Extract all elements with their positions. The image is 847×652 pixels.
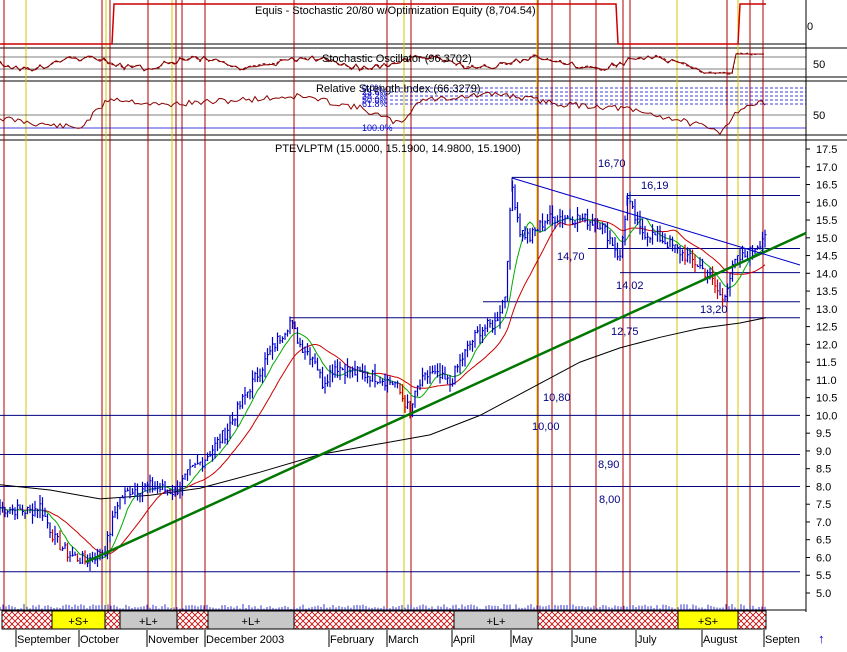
x-axis-label: October	[80, 634, 119, 646]
y-tick-label: 10.5	[816, 393, 837, 405]
y-tick-label: 13.5	[816, 286, 837, 298]
x-axis-label: February	[330, 634, 375, 646]
y-tick-label: 12.0	[816, 339, 837, 351]
y-tick-label: 17.0	[816, 162, 837, 174]
x-axis-label: June	[573, 634, 597, 646]
rsi-axis-label: 50	[813, 110, 825, 122]
signal-label: +L+	[139, 616, 158, 628]
rsi-title: Relative Strength Index (66.3279)	[316, 83, 481, 95]
y-tick-label: 7.5	[816, 499, 831, 511]
y-tick-label: 8.0	[816, 481, 831, 493]
rsi-fib-label: 100.0%	[362, 123, 393, 133]
x-axis-label: December 2003	[206, 634, 284, 646]
level-lines	[0, 176, 800, 573]
level-label: 8,90	[598, 459, 619, 471]
level-label: 8,00	[599, 494, 620, 506]
price-y-axis: 5.0 5.5 6.0 6.5 7.0 7.5 8.0 8.5 9.0 9.5 10.0 10.5 11…	[806, 144, 837, 600]
y-tick-label: 14.5	[816, 251, 837, 263]
signal-label: +L+	[242, 616, 261, 628]
signal-bar-bg	[1, 610, 767, 630]
y-tick-label: 16.5	[816, 180, 837, 192]
level-label: 16,19	[641, 180, 669, 192]
y-tick-label: 12.5	[816, 322, 837, 334]
chart-svg: Equis - Stochastic 20/80 w/Optimization …	[0, 0, 847, 647]
level-label: 14,70	[557, 251, 585, 263]
x-axis-label: Septen	[765, 634, 800, 646]
x-axis-label: November	[148, 634, 199, 646]
x-axis-label: August	[703, 634, 737, 646]
x-axis-label: July	[637, 634, 657, 646]
y-tick-label: 9.5	[816, 428, 831, 440]
signal-bar: +S+ +L+ +L+ +L+ +S+	[0, 604, 767, 630]
signal-label: +S+	[68, 616, 88, 628]
equity-title: Equis - Stochastic 20/80 w/Optimization …	[255, 5, 536, 17]
level-label: 12,75	[611, 326, 639, 338]
chart-window: Equis - Stochastic 20/80 w/Optimization …	[0, 0, 847, 647]
stochastic-title: Stochastic Oscillator (96.3702)	[322, 53, 472, 65]
level-label: 14,02	[616, 280, 644, 292]
y-tick-label: 11.0	[816, 375, 837, 387]
trendline	[85, 231, 807, 564]
rsi-fib-label: 61.8%	[362, 99, 388, 109]
y-tick-label: 15.5	[816, 215, 837, 227]
y-tick-label: 14.0	[816, 268, 837, 280]
x-axis-label: March	[388, 634, 419, 646]
level-label: 10,00	[532, 421, 560, 433]
y-tick-label: 16.0	[816, 197, 837, 209]
y-tick-label: 6.0	[816, 552, 831, 564]
signal-label: +S+	[698, 616, 718, 628]
x-axis-label: May	[512, 634, 533, 646]
y-tick-label: 10.0	[816, 410, 837, 422]
x-axis-label: September	[17, 634, 71, 646]
y-tick-label: 6.5	[816, 535, 831, 547]
y-tick-label: 7.0	[816, 517, 831, 529]
y-tick-label: 11.5	[816, 357, 837, 369]
signal-label: +L+	[487, 616, 506, 628]
long-moving-average	[0, 317, 767, 500]
y-tick-label: 5.0	[816, 588, 831, 600]
level-label: 10,80	[543, 392, 571, 404]
equity-axis-label: 0	[807, 21, 813, 33]
level-label: 16,70	[598, 158, 626, 170]
y-tick-label: 15.0	[816, 233, 837, 245]
y-tick-label: 8.5	[816, 464, 831, 476]
scroll-up-icon[interactable]: ↑	[818, 631, 825, 646]
y-tick-label: 13.0	[816, 304, 837, 316]
x-axis-label: April	[453, 634, 475, 646]
x-axis-labels: September October November December 2003 Feb…	[15, 630, 800, 647]
y-tick-label: 9.0	[816, 446, 831, 458]
level-label: 13,20	[700, 304, 728, 316]
price-bars	[0, 180, 767, 571]
y-tick-label: 17.5	[816, 144, 837, 156]
stochastic-axis-label: 50	[813, 59, 825, 71]
y-tick-label: 5.5	[816, 570, 831, 582]
mid-moving-average	[0, 219, 766, 555]
price-title: PTEVLPTM (15.0000, 15.1900, 14.9800, 15.…	[275, 143, 521, 155]
